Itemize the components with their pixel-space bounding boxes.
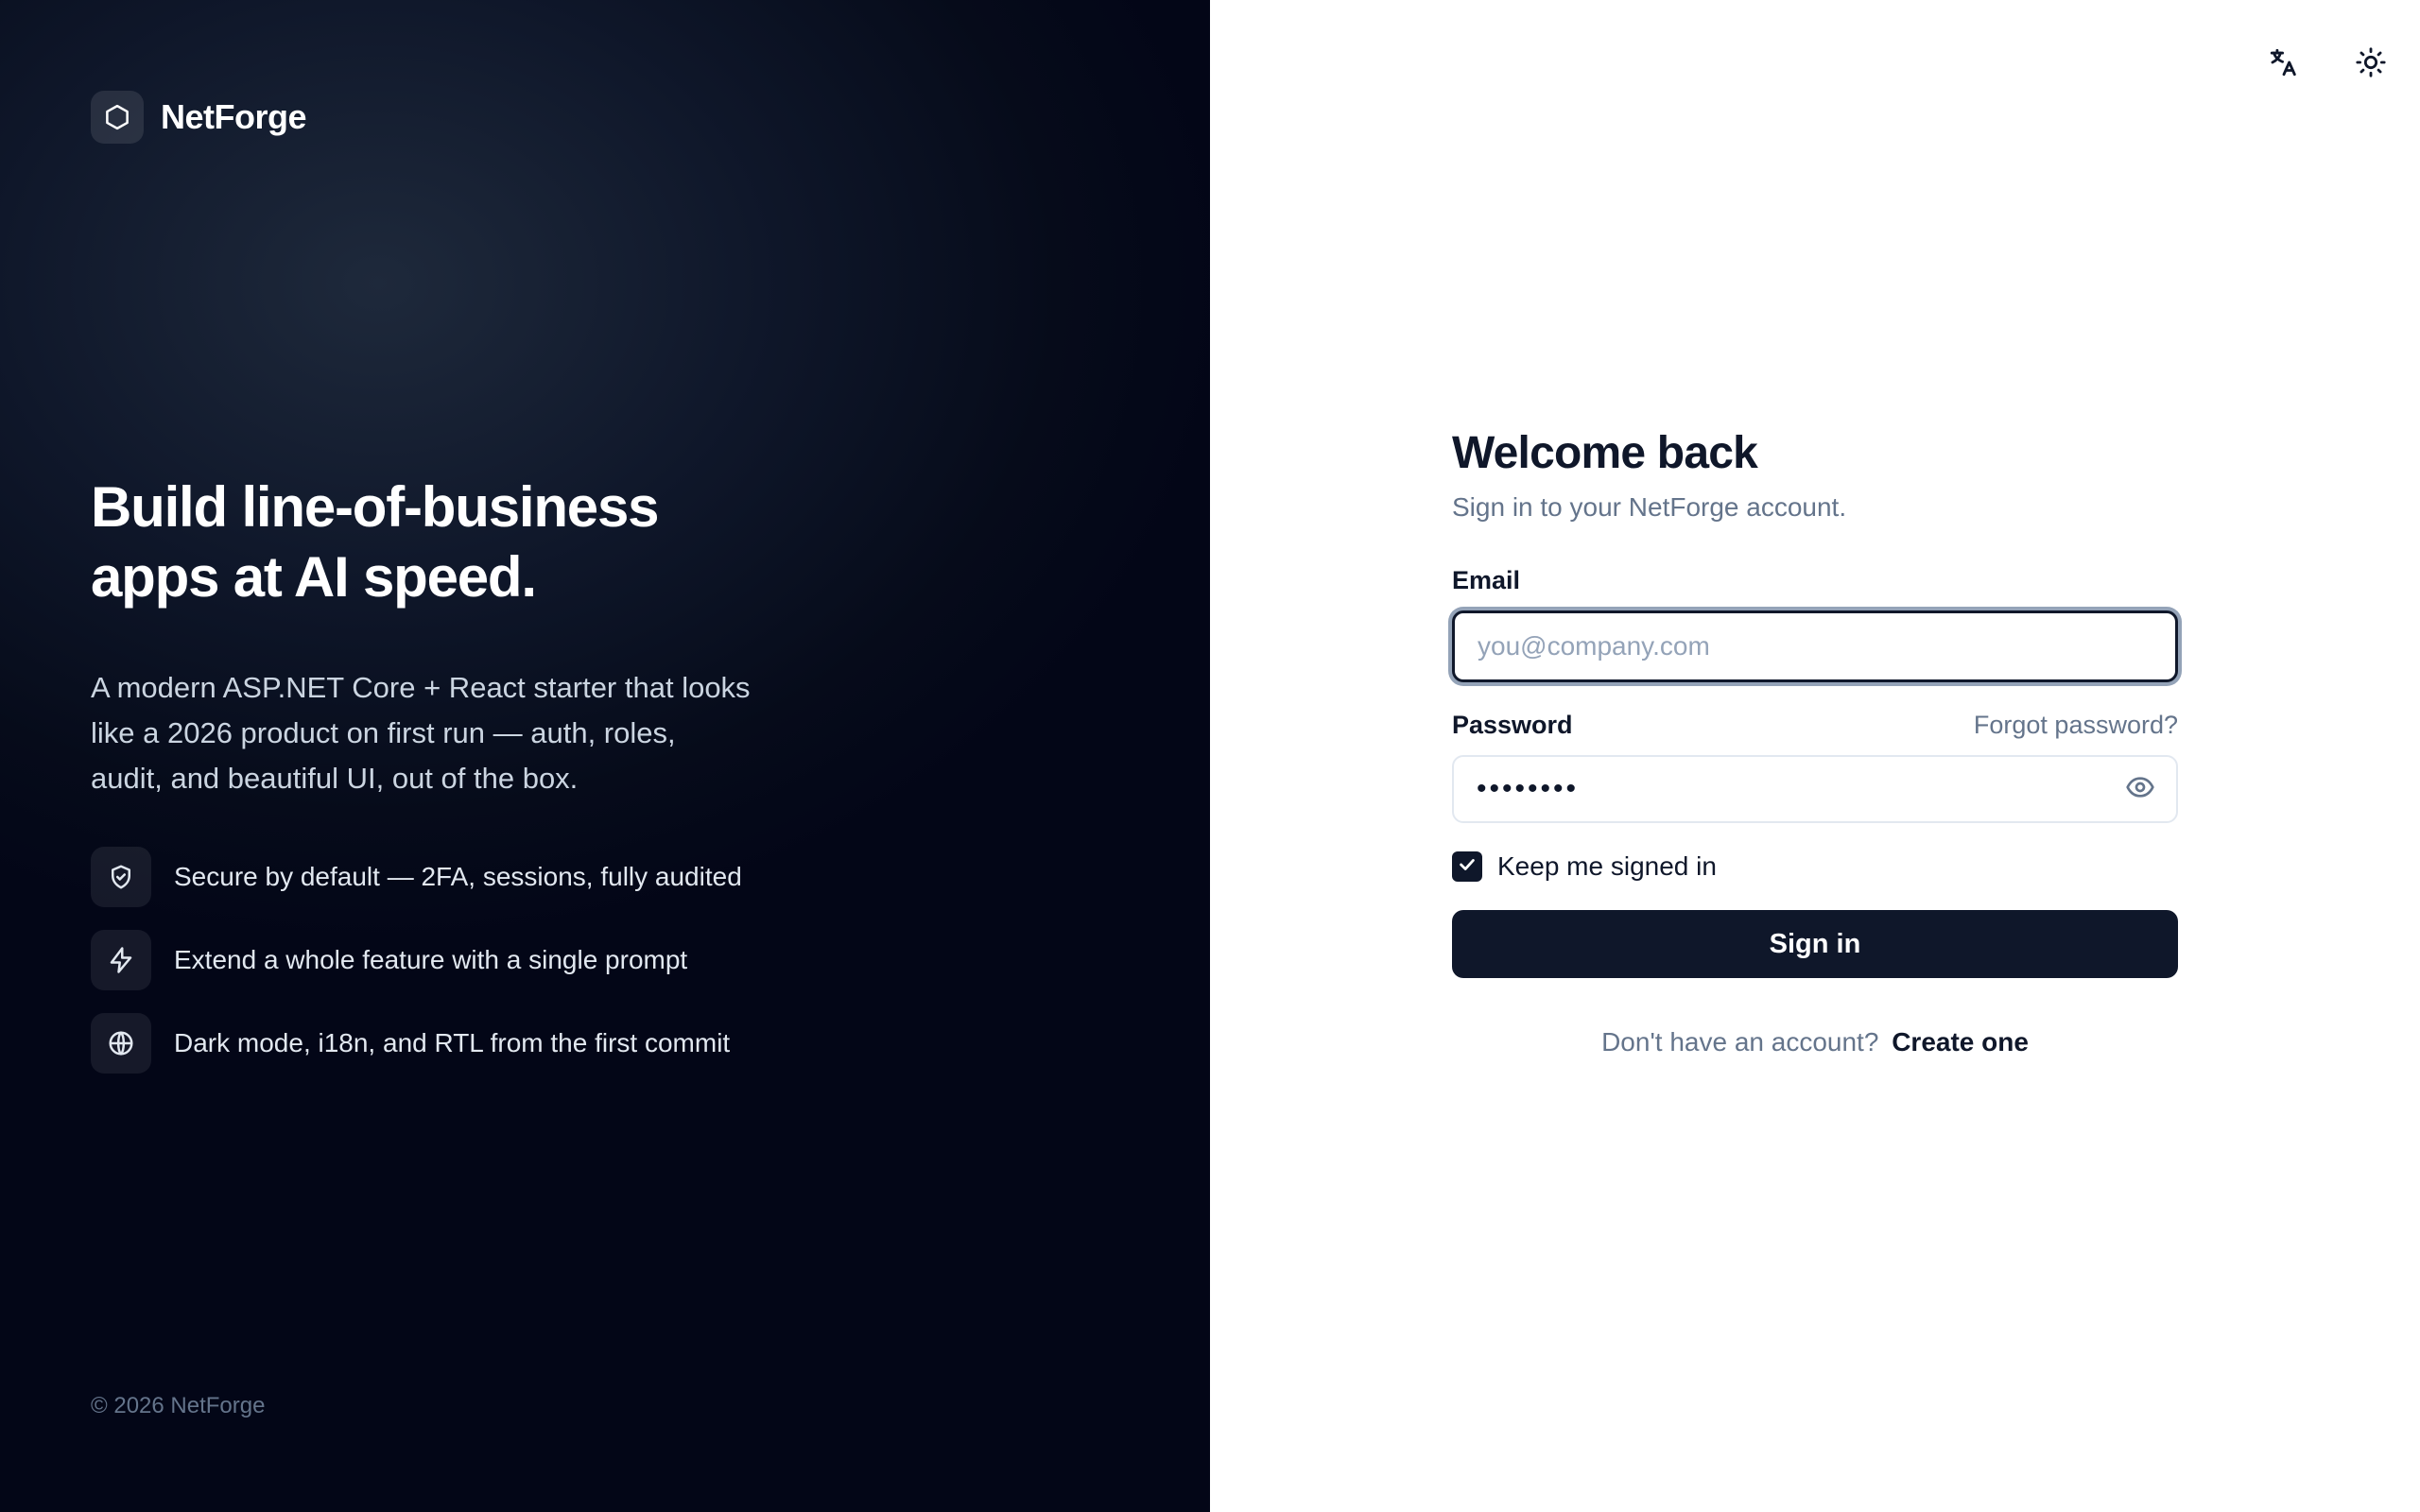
globe-icon [91, 1013, 151, 1074]
password-label: Password [1452, 711, 1573, 739]
brand-name: NetForge [161, 97, 307, 136]
forgot-password-link[interactable]: Forgot password? [1974, 711, 2178, 740]
email-label: Email [1452, 566, 1521, 594]
brand-panel: NetForge Build line-of-business apps at … [0, 0, 1210, 1512]
feature-text: Dark mode, i18n, and RTL from the first … [174, 1028, 731, 1057]
theme-toggle-button[interactable] [2346, 40, 2395, 89]
feature-text: Secure by default — 2FA, sessions, fully… [174, 862, 742, 891]
sign-in-button[interactable]: Sign in [1452, 910, 2178, 978]
feature-item: Secure by default — 2FA, sessions, fully… [91, 847, 809, 907]
feature-item: Dark mode, i18n, and RTL from the first … [91, 1013, 809, 1074]
eye-icon [2125, 772, 2155, 807]
feature-item: Extend a whole feature with a single pro… [91, 930, 809, 990]
signup-prompt: Don't have an account? Create one [1452, 1027, 2178, 1057]
password-field[interactable] [1452, 755, 2178, 823]
hero-subtitle: A modern ASP.NET Core + React starter th… [91, 671, 751, 795]
check-icon [1457, 854, 1478, 880]
no-account-text: Don't have an account? [1601, 1027, 1879, 1057]
feature-list: Secure by default — 2FA, sessions, fully… [91, 847, 809, 1074]
translate-icon [2268, 46, 2300, 83]
form-subtitle: Sign in to your NetForge account. [1452, 492, 1847, 522]
password-group: Password Forgot password? [1452, 711, 2178, 823]
remember-checkbox[interactable] [1452, 851, 1482, 882]
hexagon-icon [91, 91, 144, 144]
password-wrapper [1452, 755, 2178, 823]
brand: NetForge [91, 91, 307, 144]
copyright: © 2026 NetForge [91, 1393, 266, 1418]
shield-check-icon [91, 847, 151, 907]
email-field[interactable] [1452, 610, 2178, 682]
email-group: Email [1452, 566, 2178, 682]
lightning-icon [91, 930, 151, 990]
remember-me[interactable]: Keep me signed in [1452, 851, 2178, 882]
form-title: Welcome back [1452, 428, 1758, 478]
feature-text: Extend a whole feature with a single pro… [174, 945, 688, 974]
hero: Build line-of-business apps at AI speed.… [91, 472, 809, 1074]
password-label-row: Password Forgot password? [1452, 711, 2178, 740]
sun-icon [2355, 46, 2387, 83]
hero-title: Build line-of-business apps at AI speed. [91, 475, 659, 609]
top-actions [2259, 40, 2395, 89]
remember-label: Keep me signed in [1497, 851, 1717, 881]
signin-form: Welcome back Sign in to your NetForge ac… [1452, 427, 2178, 1057]
language-button[interactable] [2259, 40, 2308, 89]
signin-panel: Welcome back Sign in to your NetForge ac… [1210, 0, 2420, 1512]
create-account-link[interactable]: Create one [1892, 1027, 2029, 1057]
toggle-password-visibility[interactable] [2121, 770, 2159, 808]
